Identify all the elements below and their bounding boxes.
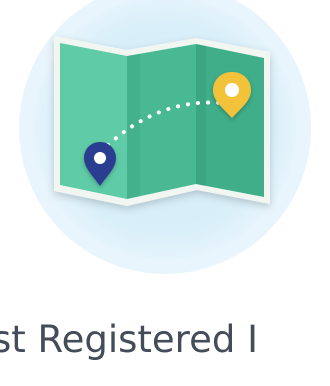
empty-state-heading: st Registered I [0,318,258,361]
empty-state-panel: st Registered I [0,0,330,386]
map-illustration [19,0,311,274]
map-panel-right [196,44,264,197]
folded-map-icon [54,36,270,206]
